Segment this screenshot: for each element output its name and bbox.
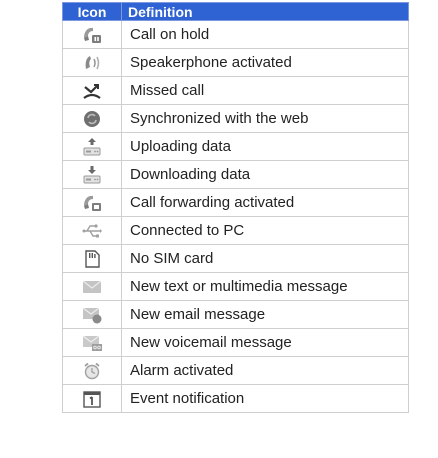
table-row: New email message (62, 300, 409, 329)
definition-column-header: Definition (121, 2, 409, 21)
call-forward-icon (84, 195, 101, 211)
definition-cell: Event notification (121, 384, 409, 413)
table-row: Connected to PC (62, 216, 409, 245)
table-row: No SIM card (62, 244, 409, 273)
definition-cell: Speakerphone activated (121, 48, 409, 77)
icon-definition-table: Icon Definition Call on hold Speakerphon… (62, 2, 409, 413)
table-row: Call on hold (62, 20, 409, 49)
sync-web-icon (84, 110, 100, 127)
email-icon (82, 307, 102, 323)
table-row: Speakerphone activated (62, 48, 409, 77)
icon-cell (62, 132, 122, 161)
icon-cell (62, 244, 122, 273)
definition-cell: Missed call (121, 76, 409, 105)
icon-cell (62, 384, 122, 413)
definition-cell: Connected to PC (121, 216, 409, 245)
table-row: Event notification (62, 384, 409, 413)
definition-cell: Call on hold (121, 20, 409, 49)
voicemail-icon (82, 335, 102, 351)
icon-cell (62, 356, 122, 385)
speakerphone-icon (85, 55, 100, 69)
table-row: Downloading data (62, 160, 409, 189)
definition-cell: Downloading data (121, 160, 409, 189)
icon-cell (62, 328, 122, 357)
table-row: Synchronized with the web (62, 104, 409, 133)
message-icon (82, 280, 102, 293)
definition-cell: New email message (121, 300, 409, 329)
icon-cell (62, 272, 122, 301)
icon-cell (62, 300, 122, 329)
icon-cell (62, 188, 122, 217)
icon-cell (62, 104, 122, 133)
table-row: Call forwarding activated (62, 188, 409, 217)
table-row: New text or multimedia message (62, 272, 409, 301)
icon-cell (62, 48, 122, 77)
definition-cell: Call forwarding activated (121, 188, 409, 217)
missed-call-icon (83, 83, 101, 99)
definition-cell: New text or multimedia message (121, 272, 409, 301)
definition-cell: New voicemail message (121, 328, 409, 357)
event-icon (83, 390, 101, 408)
alarm-icon (84, 362, 100, 379)
icon-cell (62, 76, 122, 105)
usb-icon (82, 223, 102, 237)
definition-cell: Alarm activated (121, 356, 409, 385)
call-hold-icon (84, 27, 101, 43)
table-row: New voicemail message (62, 328, 409, 357)
download-data-icon (83, 165, 101, 183)
definition-cell: Synchronized with the web (121, 104, 409, 133)
upload-data-icon (83, 137, 101, 155)
table-row: Uploading data (62, 132, 409, 161)
table-header-row: Icon Definition (62, 2, 409, 21)
no-sim-icon (85, 249, 100, 268)
icon-cell (62, 216, 122, 245)
definition-cell: Uploading data (121, 132, 409, 161)
table-row: Alarm activated (62, 356, 409, 385)
definition-cell: No SIM card (121, 244, 409, 273)
icon-cell (62, 160, 122, 189)
icon-column-header: Icon (62, 2, 122, 21)
table-row: Missed call (62, 76, 409, 105)
icon-cell (62, 20, 122, 49)
